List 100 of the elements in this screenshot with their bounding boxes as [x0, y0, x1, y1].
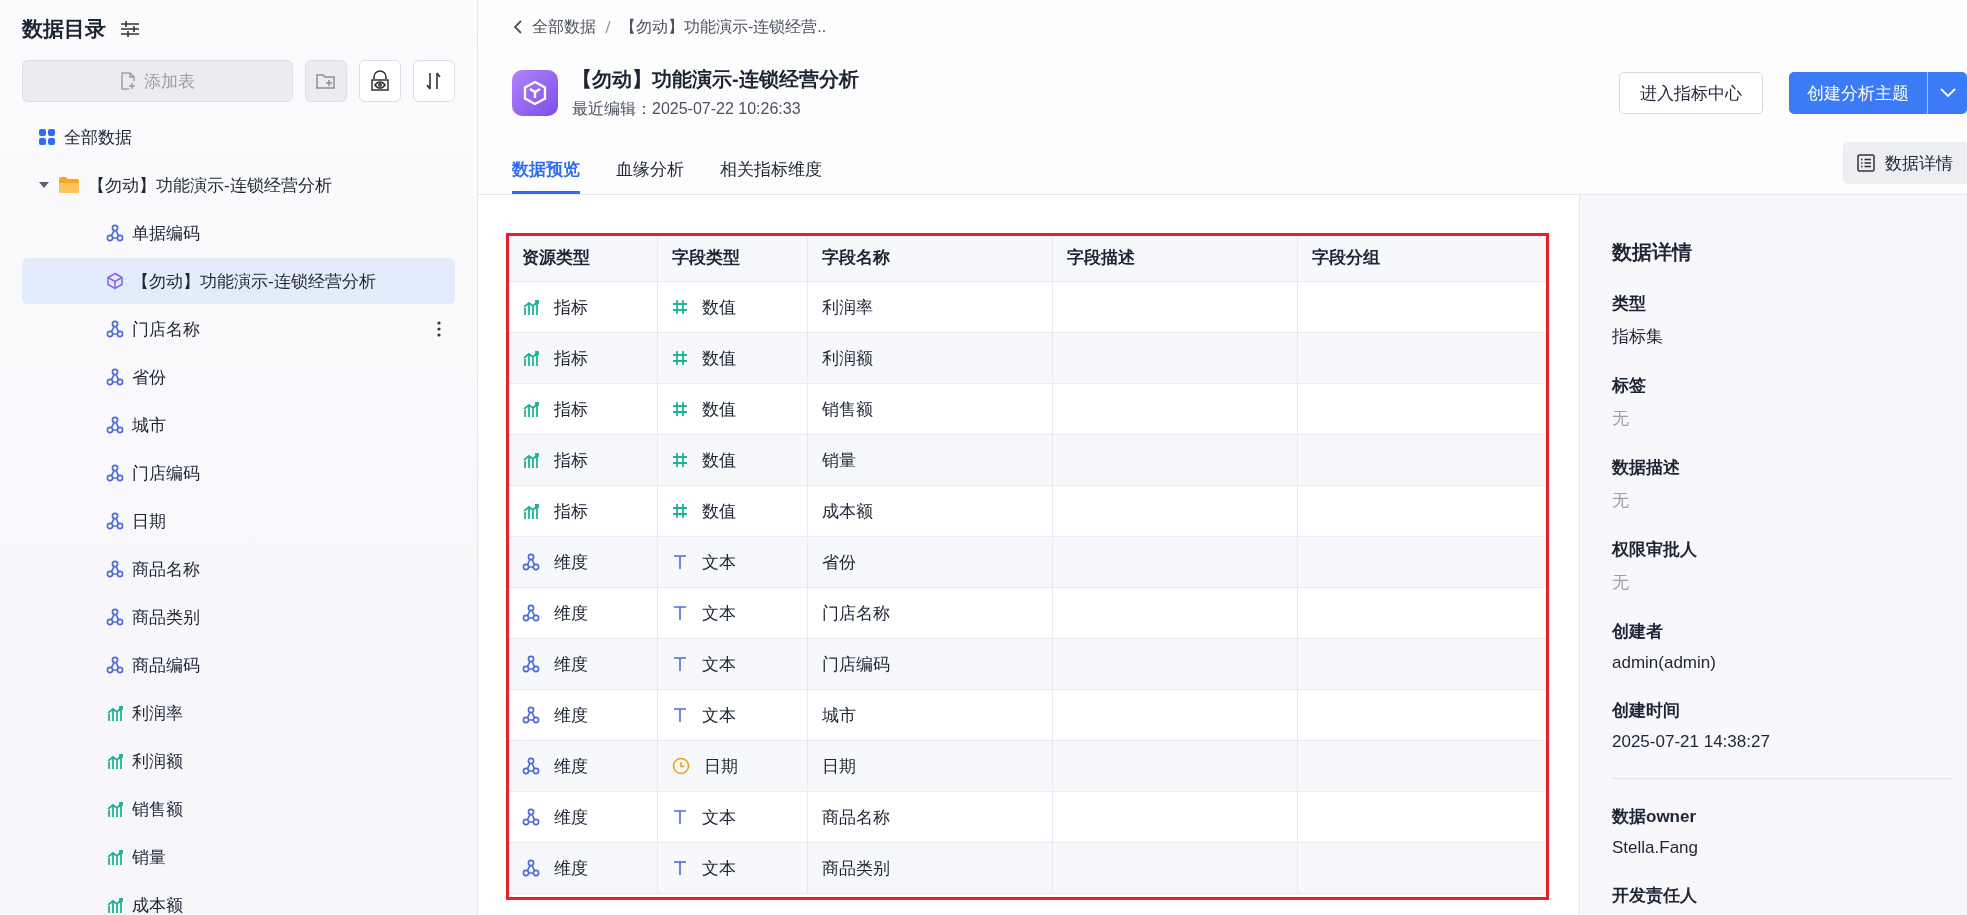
hash-icon [672, 503, 688, 519]
detail-label: 权限审批人 [1612, 539, 1698, 561]
tree-item[interactable]: 成本额 [22, 882, 455, 915]
visibility-button[interactable] [359, 60, 401, 102]
node-icon [522, 604, 540, 622]
column-header: 字段描述 [1053, 234, 1298, 282]
bar-chart-icon [106, 896, 124, 914]
text-type-icon [672, 860, 688, 876]
column-header: 资源类型 [508, 234, 658, 282]
tree-item[interactable]: 单据编码 [22, 210, 455, 256]
tree-item[interactable]: 利润率 [22, 690, 455, 736]
bar-chart-icon [522, 451, 540, 469]
tree-item[interactable]: 【勿动】功能演示-连锁经营分析 [22, 258, 455, 304]
tree-item[interactable]: 销量 [22, 834, 455, 880]
text-type-icon [672, 656, 688, 672]
detail-label: 标签 [1612, 375, 1647, 397]
breadcrumb-link[interactable]: 【勿动】功能演示-连锁经营.. [620, 16, 827, 38]
resource-type-text: 指标 [554, 347, 588, 370]
node-icon [106, 224, 124, 242]
tree-item[interactable]: 门店编码 [22, 450, 455, 496]
field-type-text: 日期 [704, 755, 738, 778]
filter-icon[interactable] [120, 20, 140, 38]
field-type-text: 数值 [702, 500, 736, 523]
hash-icon [672, 299, 688, 315]
hash-icon [672, 350, 688, 366]
node-icon [106, 320, 124, 338]
bar-chart-icon [106, 752, 124, 770]
node-icon [522, 808, 540, 826]
table-cell: 日期 [808, 741, 1053, 792]
field-type-text: 数值 [702, 296, 736, 319]
node-icon [106, 560, 124, 578]
folder-item[interactable]: 【勿动】功能演示-连锁经营分析 [22, 162, 455, 208]
field-type-text: 数值 [702, 449, 736, 472]
metric-center-button[interactable]: 进入指标中心 [1619, 72, 1763, 114]
tab[interactable]: 相关指标维度 [720, 158, 822, 194]
sidebar-title: 数据目录 [22, 16, 106, 42]
node-icon [522, 757, 540, 775]
tree-item[interactable]: 商品类别 [22, 594, 455, 640]
column-header: 字段类型 [658, 234, 808, 282]
detail-value: 2025-07-21 14:38:27 [1612, 732, 1771, 752]
resource-type-text: 维度 [554, 755, 588, 778]
chevron-down-icon [1939, 88, 1956, 98]
tree-item[interactable]: 城市 [22, 402, 455, 448]
detail-value: 无 [1612, 490, 1630, 512]
grid-icon [38, 128, 56, 146]
field-type-text: 数值 [702, 398, 736, 421]
separator-icon [604, 20, 612, 34]
bar-chart-icon [522, 298, 540, 316]
dropdown-button[interactable] [1927, 72, 1967, 114]
field-type-text: 文本 [702, 602, 736, 625]
detail-label: 类型 [1612, 293, 1647, 315]
tree-item[interactable]: 日期 [22, 498, 455, 544]
node-icon [106, 656, 124, 674]
detail-label: 创建时间 [1612, 700, 1681, 722]
cube-icon [106, 272, 124, 290]
node-icon [522, 859, 540, 877]
bar-chart-icon [106, 800, 124, 818]
sort-button[interactable] [413, 60, 455, 102]
table-cell: 成本额 [808, 486, 1053, 537]
create-topic-button[interactable]: 创建分析主题 [1789, 72, 1927, 114]
detail-value: 无 [1612, 408, 1630, 430]
dataset-title: 【勿动】功能演示-连锁经营分析 [572, 67, 860, 92]
breadcrumb-link[interactable]: 全部数据 [532, 16, 596, 38]
tab[interactable]: 血缘分析 [616, 158, 684, 194]
tree-item[interactable]: 省份 [22, 354, 455, 400]
node-icon [522, 553, 540, 571]
more-icon[interactable] [437, 321, 441, 337]
tree-item[interactable]: 商品编码 [22, 642, 455, 688]
detail-label: 开发责任人 [1612, 885, 1698, 907]
bar-chart-icon [522, 349, 540, 367]
text-type-icon [672, 809, 688, 825]
file-add-icon [120, 72, 136, 90]
bar-chart-icon [522, 400, 540, 418]
field-type-text: 数值 [702, 347, 736, 370]
tree-item[interactable]: 全部数据 [22, 114, 455, 160]
tree-item[interactable]: 门店名称 [22, 306, 455, 352]
tree-item[interactable]: 销售额 [22, 786, 455, 832]
detail-value: 指标集 [1612, 326, 1664, 348]
node-icon [106, 608, 124, 626]
column-header: 字段名称 [808, 234, 1053, 282]
resource-type-text: 指标 [554, 449, 588, 472]
bar-chart-icon [106, 848, 124, 866]
last-edited-text: 最近编辑：2025-07-22 10:26:33 [572, 99, 802, 119]
table-cell: 商品名称 [808, 792, 1053, 843]
resource-type-text: 维度 [554, 806, 588, 829]
back-icon[interactable] [512, 20, 524, 34]
tree-item[interactable]: 商品名称 [22, 546, 455, 592]
hash-icon [672, 452, 688, 468]
table-cell: 城市 [808, 690, 1053, 741]
tree-item[interactable]: 利润额 [22, 738, 455, 784]
detail-value: 无 [1612, 572, 1630, 594]
sort-icon [425, 71, 443, 91]
field-type-text: 文本 [702, 704, 736, 727]
field-type-text: 文本 [702, 653, 736, 676]
column-header: 字段分组 [1298, 234, 1547, 282]
details-button[interactable]: 数据详情 [1843, 142, 1967, 184]
node-icon [106, 416, 124, 434]
detail-value: admin(admin) [1612, 653, 1717, 673]
panel-title: 数据详情 [1612, 240, 1693, 265]
folder-add-icon [316, 72, 336, 90]
